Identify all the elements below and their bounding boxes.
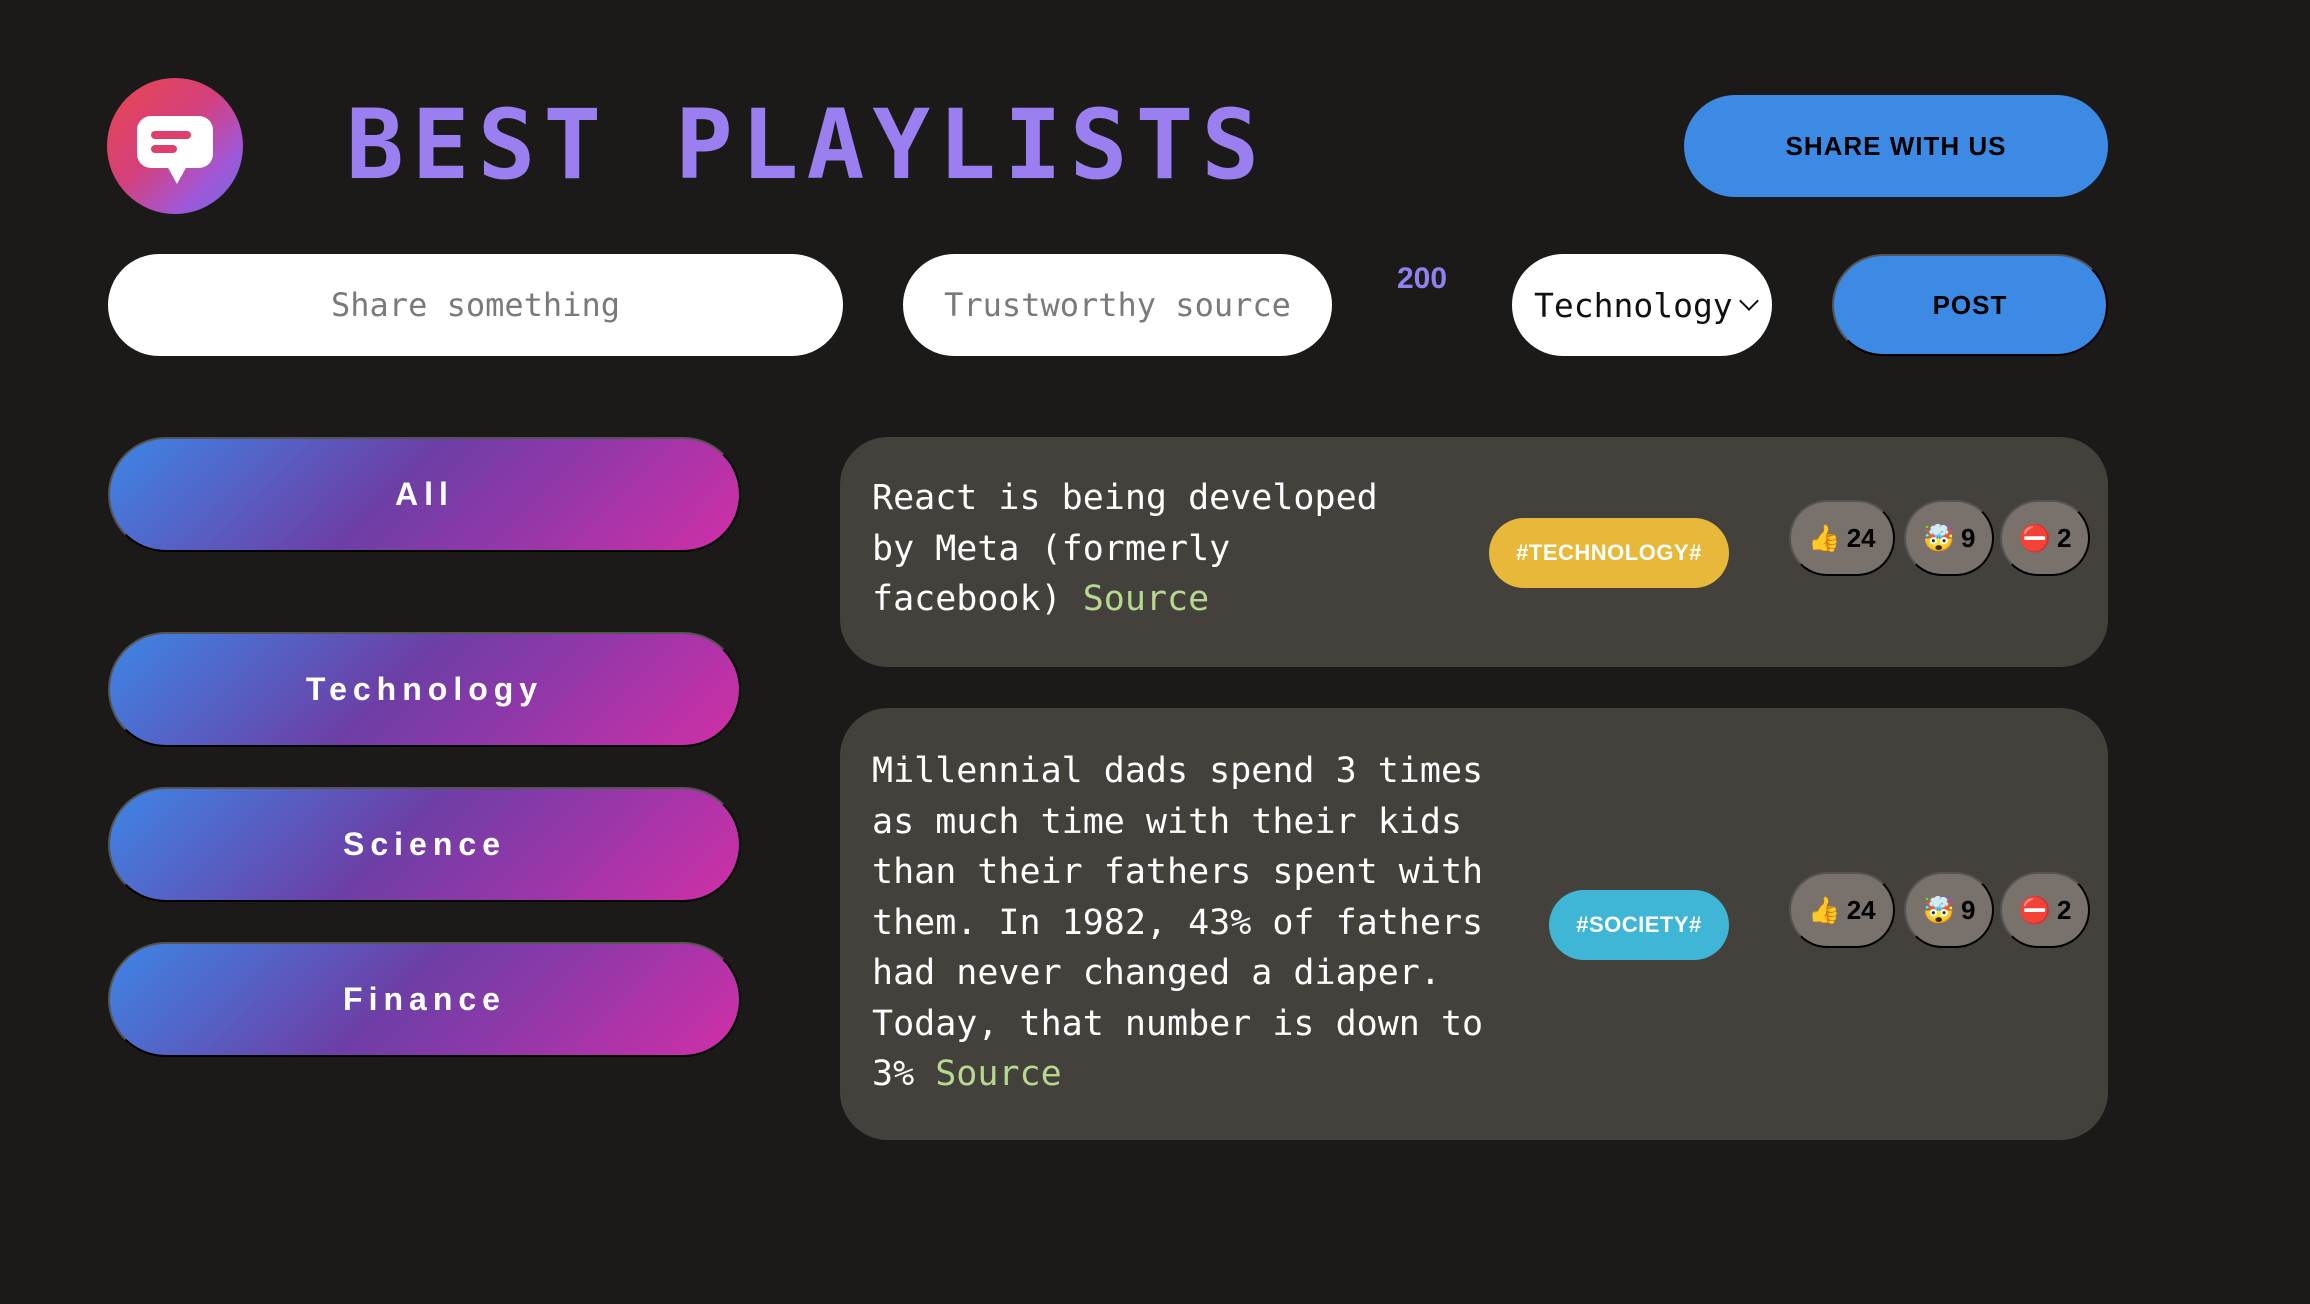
mindblown-vote-button[interactable]: 🤯 9 bbox=[1904, 500, 1994, 576]
source-link[interactable]: Source bbox=[935, 1054, 1061, 1094]
like-vote-button[interactable]: 👍 24 bbox=[1789, 872, 1895, 948]
category-button-technology[interactable]: Technology bbox=[108, 632, 741, 747]
category-button-all[interactable]: All bbox=[108, 437, 741, 552]
post-text: Millennial dads spend 3 times as much ti… bbox=[872, 746, 1492, 1100]
false-vote-button[interactable]: ⛔️ 2 bbox=[2000, 872, 2090, 948]
mindblown-vote-button[interactable]: 🤯 9 bbox=[1904, 872, 1994, 948]
category-select[interactable]: Technology bbox=[1512, 254, 1772, 356]
post-text: React is being developed by Meta (former… bbox=[872, 473, 1392, 625]
thumbs-up-icon: 👍 bbox=[1808, 522, 1841, 553]
no-entry-icon: ⛔️ bbox=[2018, 894, 2051, 925]
post-card: React is being developed by Meta (former… bbox=[840, 437, 2108, 667]
like-vote-button[interactable]: 👍 24 bbox=[1789, 500, 1895, 576]
false-count: 2 bbox=[2056, 894, 2072, 925]
char-counter: 200 bbox=[1396, 262, 1448, 295]
thumbs-up-icon: 👍 bbox=[1808, 894, 1841, 925]
mindblown-icon: 🤯 bbox=[1922, 894, 1955, 925]
false-vote-button[interactable]: ⛔️ 2 bbox=[2000, 500, 2090, 576]
tag-badge: #TECHNOLOGY# bbox=[1489, 518, 1729, 588]
chat-bubble-icon bbox=[137, 116, 213, 184]
post-button[interactable]: POST bbox=[1832, 254, 2108, 356]
like-count: 24 bbox=[1846, 522, 1876, 553]
category-select-value: Technology bbox=[1534, 285, 1733, 325]
mindblown-count: 9 bbox=[1960, 894, 1976, 925]
category-button-finance[interactable]: Finance bbox=[108, 942, 741, 1057]
mindblown-icon: 🤯 bbox=[1922, 522, 1955, 553]
category-button-science[interactable]: Science bbox=[108, 787, 741, 902]
mindblown-count: 9 bbox=[1960, 522, 1976, 553]
page-title: BEST PLAYLISTS bbox=[346, 89, 1268, 201]
share-with-us-button[interactable]: SHARE WITH US bbox=[1684, 95, 2108, 197]
post-card: Millennial dads spend 3 times as much ti… bbox=[840, 708, 2108, 1140]
post-text-body: Millennial dads spend 3 times as much ti… bbox=[872, 751, 1484, 1094]
source-input[interactable] bbox=[903, 254, 1332, 356]
tag-badge: #SOCIETY# bbox=[1549, 890, 1729, 960]
logo bbox=[107, 78, 243, 214]
no-entry-icon: ⛔️ bbox=[2018, 522, 2051, 553]
like-count: 24 bbox=[1846, 894, 1876, 925]
chevron-down-icon bbox=[1739, 291, 1759, 311]
share-text-input[interactable] bbox=[108, 254, 843, 356]
source-link[interactable]: Source bbox=[1083, 579, 1209, 619]
false-count: 2 bbox=[2056, 522, 2072, 553]
